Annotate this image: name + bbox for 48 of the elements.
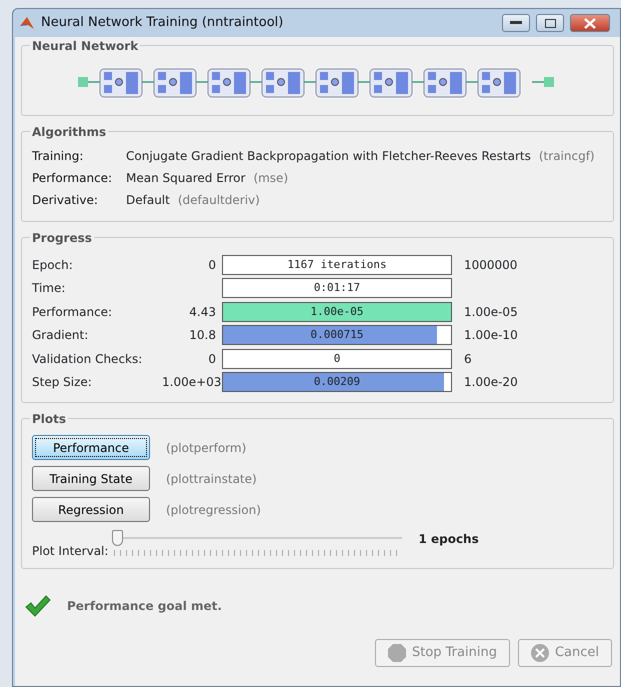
target-value: 1.00e-05: [463, 304, 518, 321]
app-logo-icon: [19, 15, 35, 31]
close-button[interactable]: [570, 14, 610, 32]
maximize-icon: [544, 18, 556, 28]
interval-reading: 1 epochs: [418, 531, 479, 548]
target-value: 1.00e-10: [463, 327, 518, 344]
field-label: Step Size:: [32, 374, 93, 392]
cancel-icon: [530, 644, 549, 662]
progress-reading: 1.00e-05: [310, 304, 364, 320]
start-value: 4.43: [188, 304, 217, 321]
window-title: Neural Network Training (nntraintool): [41, 14, 284, 32]
function-name: (traincgf): [538, 148, 595, 165]
field-label: Gradient:: [32, 327, 90, 344]
field-label: Performance:: [32, 304, 114, 321]
stop-icon: [388, 644, 406, 662]
plot-button[interactable]: Regression: [32, 497, 150, 522]
field-label: Epoch:: [32, 256, 74, 274]
plot-button[interactable]: Performance: [32, 435, 150, 460]
target-value: 1000000: [463, 256, 518, 274]
field-label: Validation Checks:: [32, 350, 144, 368]
checkmark-icon: [25, 595, 51, 617]
field-value: Mean Squared Error: [126, 170, 246, 187]
maximize-button[interactable]: [536, 14, 564, 32]
progress-reading: 0.000715: [310, 327, 364, 344]
target-value: 6: [463, 350, 472, 368]
function-name: (mse): [253, 170, 288, 187]
minimize-button[interactable]: [502, 14, 530, 32]
function-name: (plotregression): [166, 502, 261, 518]
field-label: Performance:: [32, 170, 114, 187]
field-label: Plot Interval:: [32, 543, 108, 560]
field-value: Conjugate Gradient Backpropagation with Fletcher-Reeves Restarts: [126, 148, 531, 165]
field-label: Derivative:: [32, 192, 99, 209]
start-value: 10.8: [188, 327, 217, 344]
close-icon: [584, 18, 596, 28]
start-value: 0: [207, 350, 217, 368]
function-name: (defaultderiv): [178, 192, 260, 209]
plot-button[interactable]: Training State: [32, 466, 150, 491]
start-value: 0: [207, 256, 217, 274]
field-value: Default: [126, 192, 170, 209]
status-message: Performance goal met.: [67, 598, 222, 615]
target-value: 1.00e-20: [463, 374, 518, 392]
field-label: Training:: [32, 148, 84, 165]
progress-reading: 0.00209: [312, 374, 362, 390]
function-name: (plotperform): [166, 440, 246, 456]
function-name: (plottrainstate): [166, 470, 257, 488]
start-value: 1.00e+03: [162, 374, 222, 392]
field-label: Time:: [32, 280, 66, 298]
minimize-icon: [510, 21, 522, 25]
